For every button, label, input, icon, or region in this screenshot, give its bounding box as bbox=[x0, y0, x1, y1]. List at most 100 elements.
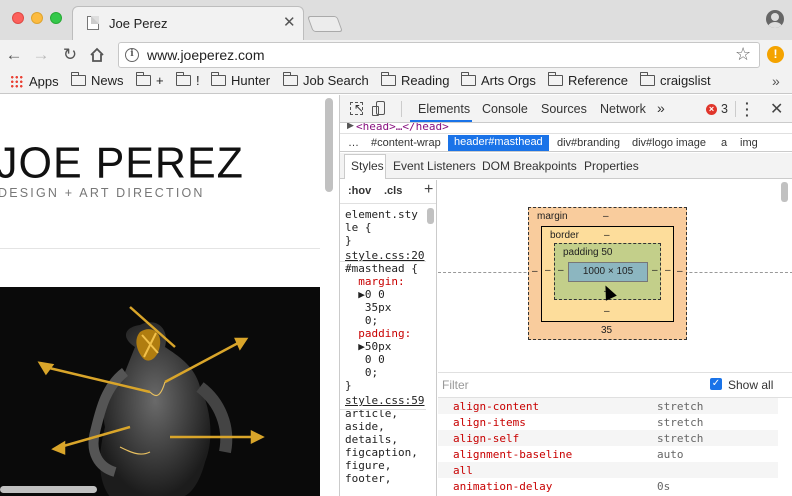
computed-property-name: animation-delay bbox=[453, 480, 553, 493]
tab-sources[interactable]: Sources bbox=[541, 102, 587, 116]
dom-node-head[interactable]: <head>…</head> bbox=[356, 123, 449, 133]
styles-scrollbar[interactable] bbox=[427, 208, 434, 224]
stylesheet-source-link[interactable]: style.css:59 bbox=[345, 394, 424, 407]
bookmark-folder-job-search[interactable]: Job Search bbox=[283, 72, 369, 91]
show-all-label[interactable]: Show all bbox=[728, 378, 773, 392]
more-tabs-icon[interactable]: » bbox=[657, 100, 665, 116]
site-logo-title[interactable]: JOE PEREZ bbox=[0, 139, 244, 189]
inspect-element-icon[interactable] bbox=[350, 101, 364, 115]
page-horizontal-scrollbar[interactable] bbox=[0, 486, 97, 493]
computed-property-row[interactable]: align-items stretch bbox=[438, 414, 778, 430]
close-devtools-icon[interactable]: ✕ bbox=[770, 99, 783, 119]
computed-property-row[interactable]: align-self stretch bbox=[438, 430, 778, 446]
bookmark-label: News bbox=[91, 73, 124, 88]
bookmark-folder-arts-orgs[interactable]: Arts Orgs bbox=[461, 72, 536, 91]
border-top-value[interactable]: – bbox=[604, 230, 610, 241]
error-icon[interactable]: × bbox=[706, 104, 717, 115]
bookmark-label: Job Search bbox=[303, 73, 369, 88]
border-bottom-value[interactable]: – bbox=[604, 306, 610, 317]
folder-icon bbox=[283, 72, 298, 86]
box-model-border[interactable]: border – – – – padding 50 – – – 1000 × 1… bbox=[541, 226, 674, 322]
bookmark-apps[interactable]: Apps bbox=[10, 73, 59, 91]
border-left-value[interactable]: – bbox=[545, 265, 551, 276]
padding-label[interactable]: padding 50 bbox=[563, 247, 613, 258]
add-style-rule-button[interactable]: + bbox=[424, 181, 433, 199]
tab-dom-breakpoints[interactable]: DOM Breakpoints bbox=[482, 159, 577, 173]
bookmark-star-icon[interactable]: ☆ bbox=[735, 44, 751, 65]
active-tab-indicator bbox=[410, 120, 472, 122]
info-icon[interactable]: i bbox=[125, 48, 139, 62]
minimize-window-button[interactable] bbox=[31, 12, 43, 24]
expand-triangle-icon[interactable]: ▶ bbox=[347, 123, 354, 131]
box-model-content-size[interactable]: 1000 × 105 bbox=[568, 262, 648, 282]
close-window-button[interactable] bbox=[12, 12, 24, 24]
computed-property-row[interactable]: align-content stretch bbox=[438, 398, 778, 414]
breadcrumb-item-branding[interactable]: div#branding bbox=[557, 137, 620, 149]
device-toolbar-icon[interactable] bbox=[372, 101, 385, 116]
elements-subtab-bar: Styles Event Listeners DOM Breakpoints P… bbox=[340, 153, 792, 179]
maximize-window-button[interactable] bbox=[50, 12, 62, 24]
breadcrumb-item-masthead[interactable]: header#masthead bbox=[448, 135, 549, 151]
border-right-value[interactable]: – bbox=[665, 265, 671, 276]
bookmark-folder-bang[interactable]: ! bbox=[176, 72, 200, 91]
bookmark-folder-reference[interactable]: Reference bbox=[548, 72, 628, 91]
bookmark-label: Apps bbox=[29, 74, 59, 89]
bookmark-folder-plus[interactable]: + bbox=[136, 72, 164, 91]
tab-properties[interactable]: Properties bbox=[584, 159, 639, 173]
tab-close-icon[interactable]: ✕ bbox=[283, 13, 296, 31]
web-page: JOE PEREZ DESIGN + ART DIRECTION bbox=[0, 95, 338, 496]
tab-console[interactable]: Console bbox=[482, 102, 528, 116]
computed-property-row[interactable]: all bbox=[438, 462, 778, 478]
page-icon bbox=[87, 16, 99, 30]
extension-alert-icon[interactable]: ! bbox=[767, 46, 784, 63]
margin-top-value[interactable]: – bbox=[603, 211, 609, 222]
forward-arrow-icon[interactable]: → bbox=[30, 44, 52, 66]
page-vertical-scrollbar[interactable] bbox=[325, 98, 333, 192]
breadcrumb-item-content-wrap[interactable]: #content-wrap bbox=[371, 137, 441, 149]
computed-property-row[interactable]: alignment-baseline auto bbox=[438, 446, 778, 462]
tab-styles[interactable]: Styles bbox=[351, 159, 384, 173]
bookmark-folder-news[interactable]: News bbox=[71, 72, 124, 91]
browser-toolbar: ← → ↻ i www.joeperez.com ☆ ! bbox=[0, 40, 792, 70]
margin-bottom-value[interactable]: 35 bbox=[601, 325, 612, 336]
css-rule-line: 0; bbox=[345, 366, 379, 379]
back-arrow-icon[interactable]: ← bbox=[3, 44, 25, 66]
breadcrumb-item-logo-image[interactable]: div#logo image bbox=[632, 137, 706, 149]
bookmark-folder-craigslist[interactable]: craigslist bbox=[640, 72, 711, 91]
padding-right-value[interactable]: – bbox=[652, 265, 658, 276]
class-toggle[interactable]: .cls bbox=[384, 185, 402, 197]
breadcrumb-item-ellipsis[interactable]: … bbox=[348, 137, 359, 149]
error-count[interactable]: 3 bbox=[721, 102, 728, 116]
bookmark-folder-reading[interactable]: Reading bbox=[381, 72, 449, 91]
home-icon[interactable] bbox=[86, 44, 108, 66]
show-all-checkbox[interactable]: ✓ bbox=[710, 378, 722, 390]
more-options-icon[interactable]: · · · bbox=[745, 96, 751, 122]
padding-left-value[interactable]: – bbox=[558, 265, 564, 276]
computed-property-value: stretch bbox=[657, 416, 704, 429]
box-model-margin[interactable]: margin – – – 35 border – – – – padding 5… bbox=[528, 207, 687, 340]
new-tab-button[interactable] bbox=[307, 16, 343, 32]
computed-property-row[interactable]: animation-delay 0s bbox=[438, 478, 778, 494]
css-rule-line: element.sty bbox=[345, 208, 418, 221]
box-model-scrollbar[interactable] bbox=[781, 182, 788, 202]
hover-state-toggle[interactable]: :hov bbox=[348, 185, 371, 197]
tab-network[interactable]: Network bbox=[600, 102, 646, 116]
devtools-tab-bar: Elements Console Sources Network » × 3 ·… bbox=[340, 95, 792, 123]
css-property-name: padding: bbox=[345, 327, 412, 340]
reload-icon[interactable]: ↻ bbox=[59, 44, 81, 66]
tab-elements[interactable]: Elements bbox=[418, 102, 470, 116]
margin-left-value[interactable]: – bbox=[532, 266, 538, 277]
breadcrumb-item-a[interactable]: a bbox=[721, 137, 727, 149]
profile-icon[interactable] bbox=[766, 10, 784, 28]
bookmarks-overflow-icon[interactable]: » bbox=[772, 73, 780, 89]
tab-event-listeners[interactable]: Event Listeners bbox=[393, 159, 476, 173]
breadcrumb-item-img[interactable]: img bbox=[740, 137, 758, 149]
address-bar[interactable]: i www.joeperez.com ☆ bbox=[118, 42, 760, 68]
filter-input[interactable] bbox=[442, 375, 702, 395]
bookmark-folder-hunter[interactable]: Hunter bbox=[211, 72, 270, 91]
folder-icon bbox=[211, 72, 226, 86]
hero-image bbox=[0, 287, 320, 496]
margin-right-value[interactable]: – bbox=[677, 266, 683, 277]
browser-tab[interactable]: Joe Perez ✕ bbox=[72, 6, 304, 40]
url-text[interactable]: www.joeperez.com bbox=[147, 47, 265, 63]
